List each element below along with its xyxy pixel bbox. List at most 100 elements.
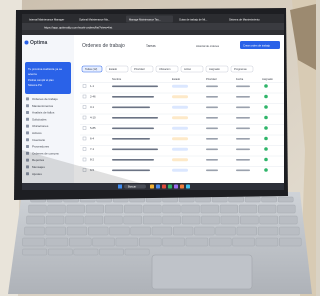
create-order-label: Crear orden de trabajo <box>243 44 271 48</box>
sidebar-item[interactable]: Ubicaciones <box>32 124 49 128</box>
key <box>215 226 236 236</box>
banner-line-2: acerca <box>28 72 37 76</box>
row-title-text[interactable] <box>112 106 150 109</box>
priority-text <box>206 159 218 161</box>
taskbar-app-icon[interactable] <box>186 184 190 189</box>
status-badge <box>172 147 188 151</box>
key <box>139 237 162 247</box>
row-checkbox[interactable] <box>82 105 87 109</box>
sidebar-item[interactable]: Mantenimientos <box>32 104 54 108</box>
date-text <box>236 127 250 130</box>
key <box>73 248 99 256</box>
assignee-avatar <box>264 84 268 88</box>
row-title-text[interactable] <box>112 138 150 140</box>
key <box>92 237 115 247</box>
row-title-text[interactable] <box>112 127 154 130</box>
key <box>181 204 200 214</box>
filter-all-label: Todas (12) <box>85 67 97 71</box>
header-link-history[interactable]: Historial de ordenes <box>196 44 220 48</box>
row-title-text[interactable] <box>112 85 158 88</box>
row-id[interactable]: 6-4 <box>90 137 94 141</box>
row-title-text[interactable] <box>112 169 150 172</box>
key <box>277 196 294 203</box>
date-text <box>236 85 250 88</box>
row-checkbox[interactable] <box>82 115 87 120</box>
sidebar-item[interactable]: Analisis de fallos <box>32 111 55 115</box>
key <box>194 226 215 236</box>
sidebar-item[interactable]: Solicitudes <box>32 117 47 121</box>
row-id[interactable]: 1-1 <box>90 84 94 88</box>
column-header: Prioridad <box>206 77 217 81</box>
key <box>258 204 277 214</box>
key <box>259 215 278 225</box>
key <box>28 204 47 214</box>
app-logo: Optima <box>30 40 47 46</box>
column-header: Fecha <box>236 77 244 81</box>
filter-chip-label: Ubicacion <box>159 67 171 71</box>
row-id[interactable]: 8-2 <box>90 158 94 162</box>
key <box>185 237 209 247</box>
status-badge <box>172 116 188 120</box>
status-badge <box>172 126 188 130</box>
tab-tareas[interactable]: Tareas <box>146 44 156 48</box>
row-id[interactable]: 7-1 <box>90 147 94 151</box>
key <box>261 196 277 203</box>
taskbar-app-icon[interactable] <box>156 184 160 189</box>
row-checkbox[interactable] <box>82 147 87 151</box>
row-title-text[interactable] <box>112 96 154 98</box>
key <box>99 248 124 256</box>
key <box>209 237 232 247</box>
banner-line-1: Tu proxima Auditoria ya se <box>28 67 63 71</box>
row-title-text[interactable] <box>112 148 158 151</box>
row-checkbox[interactable] <box>82 136 87 141</box>
date-text <box>236 169 250 172</box>
date-text <box>236 96 250 98</box>
assignee-avatar <box>264 126 268 130</box>
date-text <box>236 148 250 151</box>
assignee-avatar <box>264 147 268 151</box>
sidebar-item[interactable]: Inventario <box>32 138 46 142</box>
priority-text <box>206 148 218 151</box>
assignee-avatar <box>264 105 268 109</box>
status-badge <box>172 84 188 88</box>
row-id[interactable]: 4-10 <box>90 116 96 120</box>
sidebar-item[interactable]: Ordenes de trabajo <box>32 97 58 101</box>
row-checkbox[interactable] <box>82 84 87 88</box>
priority-text <box>206 85 218 88</box>
taskbar-app-icon[interactable] <box>168 184 172 189</box>
key <box>238 204 258 214</box>
banner-line-4: Sistema Pro <box>28 83 43 87</box>
start-button[interactable] <box>118 184 122 189</box>
row-id[interactable]: 5-85 <box>90 126 96 130</box>
key <box>279 226 300 236</box>
row-title-text[interactable] <box>112 159 154 161</box>
row-id[interactable]: 3-1 <box>90 105 94 109</box>
browser-tab-label: Internal Maintenance Manager <box>29 17 64 21</box>
taskbar-app-icon[interactable] <box>180 184 184 189</box>
status-badge <box>172 168 188 172</box>
sidebar-item[interactable]: Activos <box>32 131 42 135</box>
row-checkbox[interactable] <box>82 94 87 99</box>
key <box>130 226 151 236</box>
taskbar-app-icon[interactable] <box>174 184 178 189</box>
taskbar-app-icon[interactable] <box>150 184 154 189</box>
browser-tab-label: Manage Maintenance Tas... <box>129 17 161 21</box>
column-header: Nombre <box>112 77 122 81</box>
column-header: Estado <box>172 77 181 81</box>
priority-text <box>206 96 218 98</box>
sidebar-icon <box>26 97 29 101</box>
row-title-text[interactable] <box>112 117 158 119</box>
status-badge <box>172 158 188 162</box>
key <box>244 196 261 203</box>
row-checkbox[interactable] <box>82 126 87 130</box>
sidebar-item[interactable]: Proveedores <box>32 145 50 149</box>
row-checkbox[interactable] <box>82 157 87 162</box>
url-text[interactable]: https://app.optimaldy.com/work-orders/li… <box>44 26 112 30</box>
assignee-avatar <box>264 168 268 172</box>
sidebar-icon <box>26 117 29 121</box>
priority-text <box>206 169 218 172</box>
taskbar-app-icon[interactable] <box>162 184 166 189</box>
column-header: Asignado <box>262 77 273 81</box>
assignee-avatar <box>264 94 268 99</box>
row-id[interactable]: 2-46 <box>90 95 96 99</box>
